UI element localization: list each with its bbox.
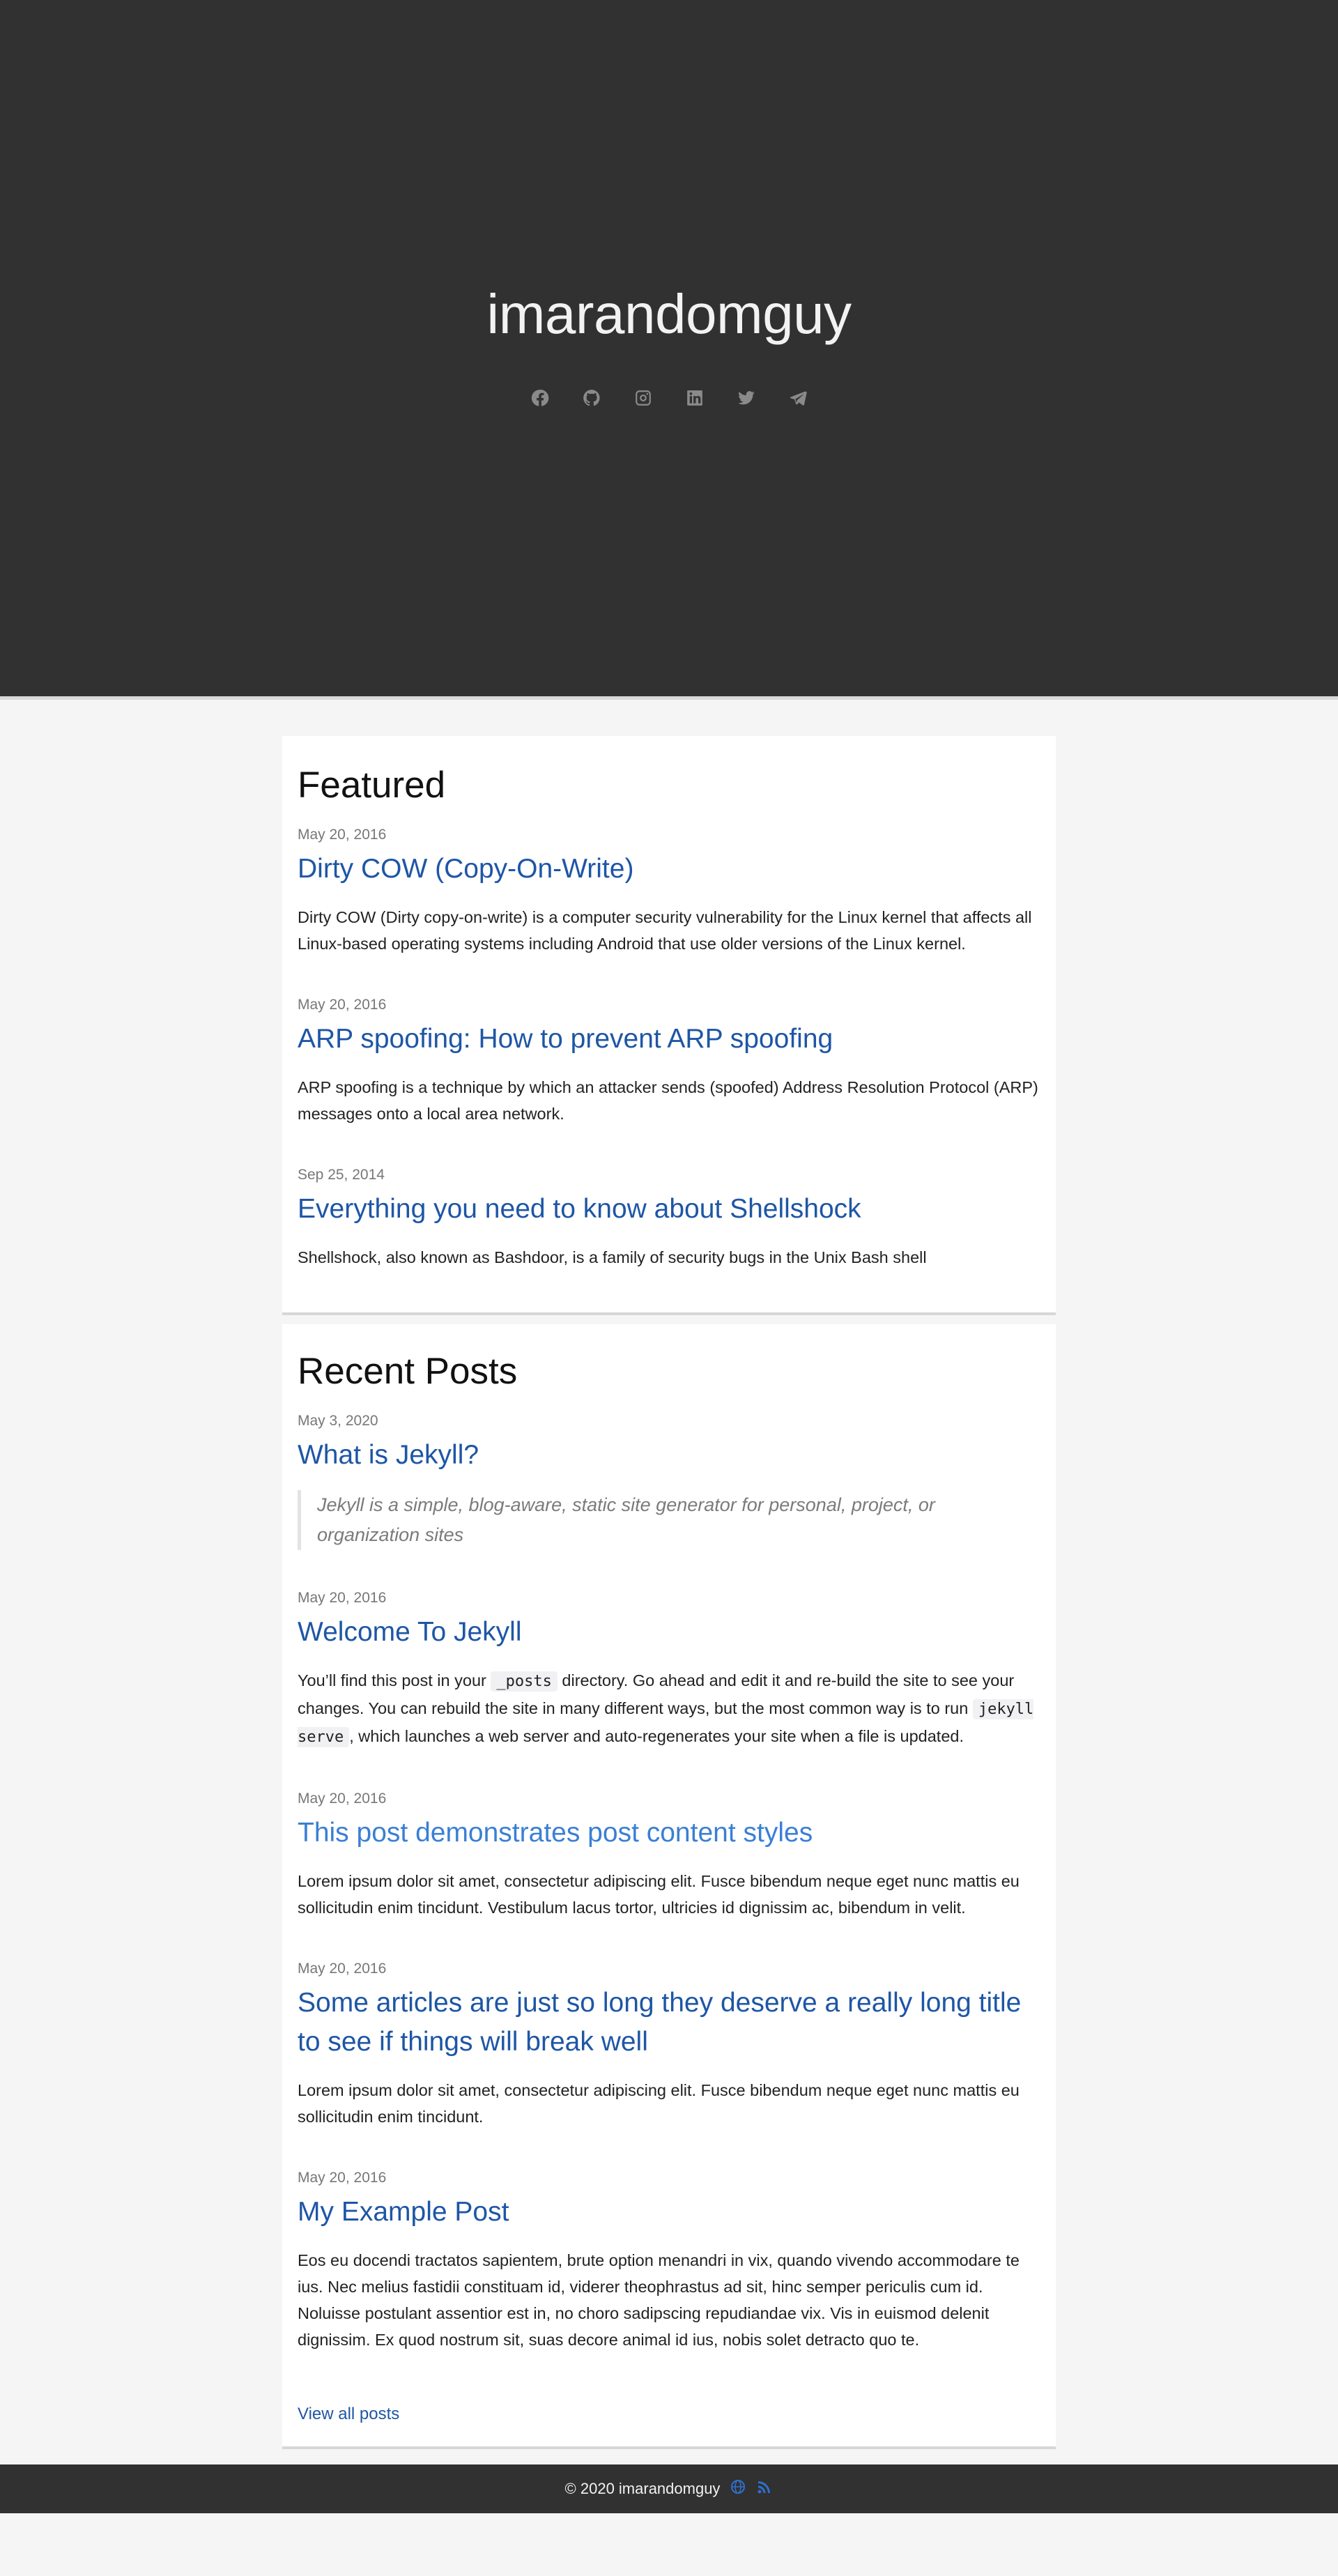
post-excerpt: ARP spoofing is a technique by which an …	[298, 1078, 1038, 1123]
instagram-link[interactable]	[633, 388, 653, 408]
site-footer: © 2020 imarandomguy	[0, 2464, 1338, 2513]
post-date: May 3, 2020	[298, 1413, 378, 1429]
post-date: May 20, 2016	[298, 1590, 387, 1606]
recent-posts-section: Recent Posts May 3, 2020 What is Jekyll?…	[282, 1324, 1056, 2449]
post-title-link[interactable]: What is Jekyll?	[298, 1436, 1040, 1475]
post-title-link[interactable]: Welcome To Jekyll	[298, 1613, 1040, 1652]
post-date: May 20, 2016	[298, 1961, 387, 1977]
post-title-link[interactable]: Dirty COW (Copy-On-Write)	[298, 850, 1040, 889]
instagram-icon	[636, 390, 651, 406]
site-header: imarandomguy	[0, 0, 1338, 700]
excerpt-text: , which launches a web server and auto-r…	[349, 1727, 964, 1745]
site-title: imarandomguy	[486, 283, 852, 345]
post-excerpt: Lorem ipsum dolor sit amet, consectetur …	[298, 2081, 1020, 2126]
featured-section: Featured May 20, 2016 Dirty COW (Copy-On…	[282, 736, 1056, 1315]
post-excerpt: Dirty COW (Dirty copy-on-write) is a com…	[298, 908, 1032, 953]
rss-icon	[758, 2481, 771, 2494]
recent-posts-heading: Recent Posts	[298, 1351, 518, 1392]
post-quote: Jekyll is a simple, blog-aware, static s…	[298, 1490, 1040, 1550]
featured-post: May 20, 2016 Dirty COW (Copy-On-Write) D…	[298, 825, 1040, 957]
telegram-icon	[790, 391, 807, 406]
post-excerpt: You’ll find this post in your _posts dir…	[298, 1667, 1040, 1751]
twitter-link[interactable]	[737, 388, 756, 408]
post-date: Sep 25, 2014	[298, 1167, 385, 1183]
recent-post: May 20, 2016 My Example Post Eos eu doce…	[298, 2168, 1040, 2353]
recent-post: May 20, 2016 This post demonstrates post…	[298, 1788, 1040, 1921]
github-icon	[583, 390, 600, 406]
post-date: May 20, 2016	[298, 997, 387, 1013]
facebook-icon	[531, 390, 549, 406]
excerpt-text: You’ll find this post in your	[298, 1671, 491, 1689]
post-title-link[interactable]: ARP spoofing: How to prevent ARP spoofin…	[298, 1020, 1040, 1059]
post-date: May 20, 2016	[298, 2170, 387, 2186]
post-excerpt: Shellshock, also known as Bashdoor, is a…	[298, 1248, 927, 1266]
linkedin-icon	[687, 390, 702, 406]
telegram-link[interactable]	[788, 388, 808, 408]
recent-post: May 20, 2016 Welcome To Jekyll You’ll fi…	[298, 1588, 1040, 1751]
post-date: May 20, 2016	[298, 827, 387, 843]
linkedin-link[interactable]	[685, 388, 705, 408]
github-link[interactable]	[582, 388, 601, 408]
recent-post: May 20, 2016 Some articles are just so l…	[298, 1958, 1040, 2130]
featured-heading: Featured	[298, 765, 446, 806]
featured-post: Sep 25, 2014 Everything you need to know…	[298, 1165, 1040, 1271]
featured-post: May 20, 2016 ARP spoofing: How to preven…	[298, 995, 1040, 1127]
copyright-text: © 2020 imarandomguy	[564, 2480, 721, 2497]
post-title-link[interactable]: This post demonstrates post content styl…	[298, 1814, 1040, 1853]
website-link[interactable]	[730, 2478, 746, 2499]
post-excerpt: Eos eu docendi tractatos sapientem, brut…	[298, 2251, 1020, 2349]
post-title-link[interactable]: Everything you need to know about Shells…	[298, 1190, 1040, 1229]
globe-icon	[731, 2480, 746, 2494]
inline-code: _posts	[491, 1671, 558, 1692]
facebook-link[interactable]	[530, 388, 550, 408]
rss-link[interactable]	[756, 2478, 773, 2499]
post-title-link[interactable]: Some articles are just so long they dese…	[298, 1984, 1040, 2062]
social-links	[0, 388, 1338, 408]
recent-post: May 3, 2020 What is Jekyll? Jekyll is a …	[298, 1411, 1040, 1550]
post-excerpt: Lorem ipsum dolor sit amet, consectetur …	[298, 1872, 1020, 1917]
twitter-icon	[738, 391, 755, 405]
view-all-posts-link[interactable]: View all posts	[298, 2400, 399, 2428]
post-title-link[interactable]: My Example Post	[298, 2193, 1040, 2232]
post-date: May 20, 2016	[298, 1791, 387, 1807]
main-content: Featured May 20, 2016 Dirty COW (Copy-On…	[282, 736, 1056, 2449]
